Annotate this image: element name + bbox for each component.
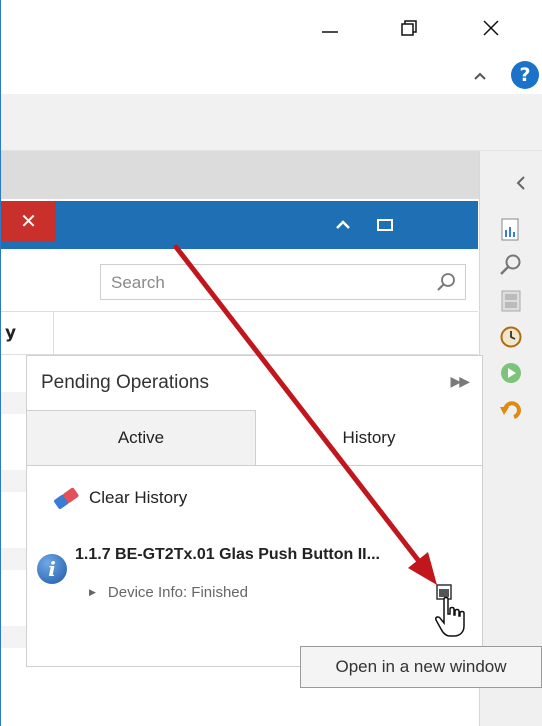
table-row[interactable]	[1, 626, 27, 648]
clear-history-label: Clear History	[89, 488, 188, 507]
restore-button[interactable]	[386, 8, 432, 48]
clock-icon[interactable]	[498, 324, 524, 350]
operation-status-text: Device Info: Finished	[107, 584, 248, 601]
column-header[interactable]: y	[5, 323, 16, 343]
undo-icon[interactable]	[498, 396, 524, 422]
expand-panel-icon[interactable]: ▶▶	[450, 374, 469, 390]
expand-triangle-icon[interactable]: ▶	[89, 587, 96, 597]
search-icon[interactable]	[498, 252, 524, 278]
panel-icon[interactable]	[498, 288, 524, 314]
chevron-up-icon	[336, 220, 350, 229]
table-header: y	[1, 311, 478, 355]
hand-cursor-icon	[434, 596, 470, 640]
restore-icon	[401, 20, 417, 36]
maximize-icon	[377, 219, 393, 231]
operation-item[interactable]: i 1.1.7 BE-GT2Tx.01 Glas Push Button II.…	[37, 536, 477, 606]
search-placeholder: Search	[111, 273, 165, 292]
chevron-left-icon	[516, 176, 525, 190]
table-row[interactable]	[1, 548, 27, 570]
ribbon-row	[1, 58, 542, 94]
eraser-icon	[54, 487, 79, 510]
close-icon	[483, 20, 499, 36]
tooltip: Open in a new window	[300, 646, 542, 688]
table-row[interactable]	[1, 470, 27, 492]
title-bar	[1, 0, 542, 58]
operation-status[interactable]: ▶ Device Info: Finished	[89, 584, 248, 601]
play-icon[interactable]	[498, 360, 524, 386]
minimize-button[interactable]	[307, 8, 353, 48]
pending-tabs: Active History	[27, 410, 482, 466]
side-collapse-button[interactable]	[512, 173, 532, 193]
clear-history-button[interactable]: Clear History	[51, 486, 187, 510]
workspace-header	[1, 151, 479, 199]
panel-collapse-button[interactable]	[331, 201, 355, 249]
search-icon[interactable]	[435, 271, 457, 293]
ribbon-collapse-button[interactable]	[470, 66, 490, 86]
info-icon: i	[37, 554, 67, 584]
column-separator[interactable]	[53, 312, 54, 354]
close-window-button[interactable]	[468, 8, 514, 48]
pending-title: Pending Operations	[41, 372, 209, 393]
pending-operations-panel: Pending Operations ▶▶ Active History Cle…	[26, 355, 483, 667]
tab-active[interactable]: Active	[27, 410, 256, 465]
panel-maximize-button[interactable]	[373, 201, 397, 249]
close-icon: ✕	[20, 209, 37, 233]
tab-history[interactable]: History	[256, 410, 482, 465]
panel-close-button[interactable]: ✕	[1, 201, 56, 241]
operation-device-name: 1.1.7 BE-GT2Tx.01 Glas Push Button II...	[75, 546, 380, 563]
report-icon[interactable]	[498, 217, 524, 243]
help-icon[interactable]: ?	[511, 61, 539, 89]
minimize-icon	[322, 31, 338, 33]
panel-header: ✕	[1, 201, 478, 249]
chevron-up-icon	[474, 72, 486, 80]
table-row[interactable]	[1, 392, 27, 414]
search-box[interactable]: Search	[100, 264, 466, 300]
toolbar-band	[1, 94, 542, 151]
